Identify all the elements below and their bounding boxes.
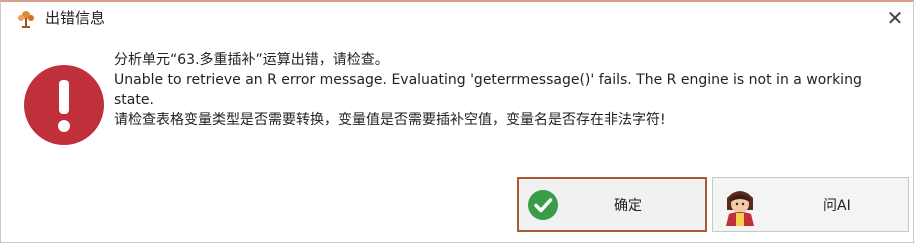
message-summary: 分析单元“63.多重插补”运算出错，请检查。 [114,52,389,68]
message-hint: 请检查表格变量类型是否需要转换，变量值是否需要插补空值，变量名是否存在非法字符! [114,112,666,128]
error-dialog: 出错信息 ✕ 分析单元“63.多重插补”运算出错，请检查。 Unable to … [0,0,914,243]
tree-logo-icon [18,11,34,28]
close-icon: ✕ [886,6,904,30]
ask-ai-button-label: 问AI [823,197,851,214]
ok-button[interactable]: 确定 [517,177,707,232]
window-title: 出错信息 [45,9,106,27]
error-message: 分析单元“63.多重插补”运算出错，请检查。 Unable to retriev… [114,50,904,130]
ai-avatar-icon [726,191,754,226]
close-button[interactable]: ✕ [881,4,909,32]
title-bar: 出错信息 ✕ [1,2,913,34]
error-exclamation-icon [24,65,104,145]
message-detail: Unable to retrieve an R error message. E… [114,72,862,108]
ask-ai-button[interactable]: 问AI [712,177,909,232]
green-check-icon [528,190,558,220]
ok-button-label: 确定 [614,197,642,214]
